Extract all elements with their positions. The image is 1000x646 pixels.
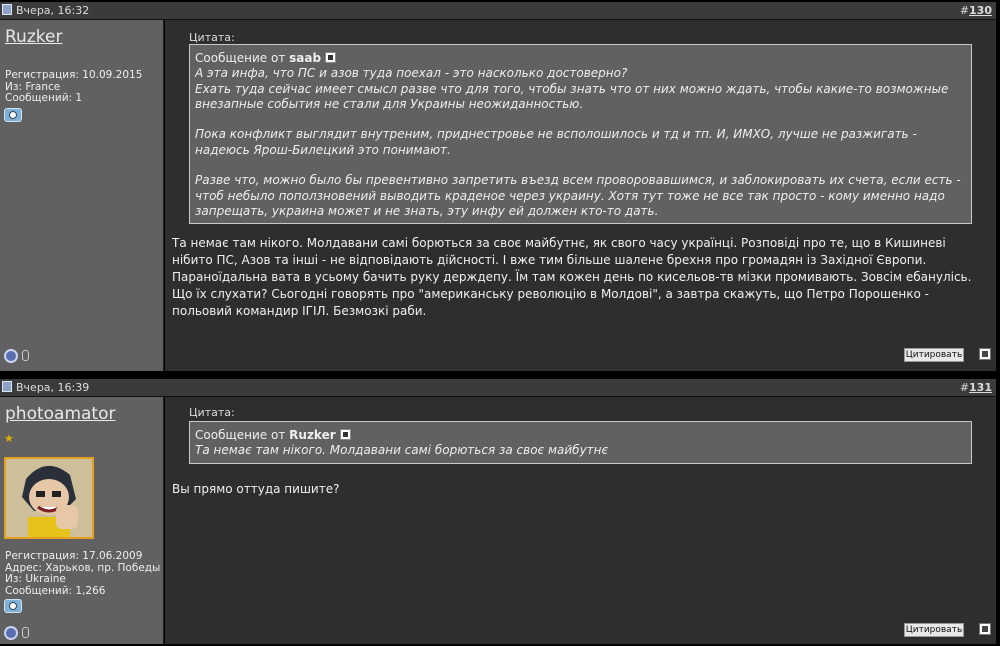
quote-label: Цитата:	[189, 406, 235, 419]
view-post-icon[interactable]	[339, 429, 351, 440]
quote-button[interactable]: Цитировать	[904, 623, 964, 637]
quote-from: Сообщение от saab	[195, 51, 965, 66]
user-sidebar: Ruzker Регистрация: 10.09.2015 Из: Franc…	[0, 20, 164, 371]
post-130: Вчера, 16:32 #130 Ruzker Регистрация: 10…	[0, 2, 996, 371]
quote-box: Сообщение от saab А эта инфа, что ПС и а…	[189, 44, 972, 225]
post-header: Вчера, 16:32 #130	[0, 2, 996, 20]
user-reg-date: Регистрация: 17.06.2009	[5, 550, 143, 562]
post-number[interactable]: #131	[960, 379, 992, 396]
camera-icon[interactable]	[4, 599, 22, 613]
post-content: Цитата: Сообщение от saab А эта инфа, чт…	[165, 20, 996, 371]
quote-from: Сообщение от Ruzker	[195, 428, 965, 443]
mic-icon	[22, 350, 29, 361]
post-content: Цитата: Сообщение от Ruzker Та немає там…	[165, 397, 996, 644]
multiquote-icon[interactable]	[979, 623, 991, 635]
post-message: Вы прямо оттуда пишите?	[172, 482, 340, 496]
user-post-count: Сообщений: 1	[5, 92, 83, 104]
quote-text: А эта инфа, что ПС и азов туда поехал - …	[195, 66, 961, 218]
quote-label: Цитата:	[189, 31, 235, 44]
user-post-count: Сообщений: 1,266	[5, 584, 106, 597]
quote-box: Сообщение от Ruzker Та немає там нікого.…	[189, 421, 972, 464]
quote-text: Та немає там нікого. Молдавани самі борю…	[195, 443, 609, 458]
camera-icon[interactable]	[4, 108, 22, 122]
mic-icon	[22, 627, 29, 638]
user-reg-date: Регистрация: 10.09.2015	[5, 69, 143, 81]
user-location: Из: Ukraine	[5, 573, 66, 585]
post-body: photoamator ★ Регистрация: 17.06.2009 Ад…	[0, 397, 996, 644]
avatar-image	[6, 459, 92, 537]
online-status-icon	[4, 626, 18, 640]
star-icon: ★	[4, 432, 14, 445]
quote-button[interactable]: Цитировать	[904, 348, 964, 362]
post-message: Та немає там нікого. Молдавани самі борю…	[172, 236, 972, 318]
view-post-icon[interactable]	[325, 52, 337, 63]
online-status-icon	[4, 349, 18, 363]
quote-author: Ruzker	[289, 428, 336, 442]
user-info: Регистрация: 10.09.2015 Из: France Сообщ…	[5, 69, 143, 105]
document-icon	[2, 4, 12, 15]
post-header: Вчера, 16:39 #131	[0, 379, 996, 397]
username-link[interactable]: photoamator	[5, 404, 115, 424]
username-link[interactable]: Ruzker	[5, 27, 62, 47]
post-number[interactable]: #130	[960, 2, 992, 19]
post-body: Ruzker Регистрация: 10.09.2015 Из: Franc…	[0, 20, 996, 371]
multiquote-icon[interactable]	[979, 348, 991, 360]
user-info: Регистрация: 17.06.2009 Адрес: Харьков, …	[5, 550, 160, 597]
post-131: Вчера, 16:39 #131 photoamator ★ Регистра…	[0, 379, 996, 644]
avatar[interactable]	[4, 457, 94, 539]
user-sidebar: photoamator ★ Регистрация: 17.06.2009 Ад…	[0, 397, 164, 644]
post-date: Вчера, 16:32	[2, 2, 89, 19]
post-date: Вчера, 16:39	[2, 379, 89, 396]
document-icon	[2, 381, 12, 392]
quote-author: saab	[289, 51, 322, 65]
